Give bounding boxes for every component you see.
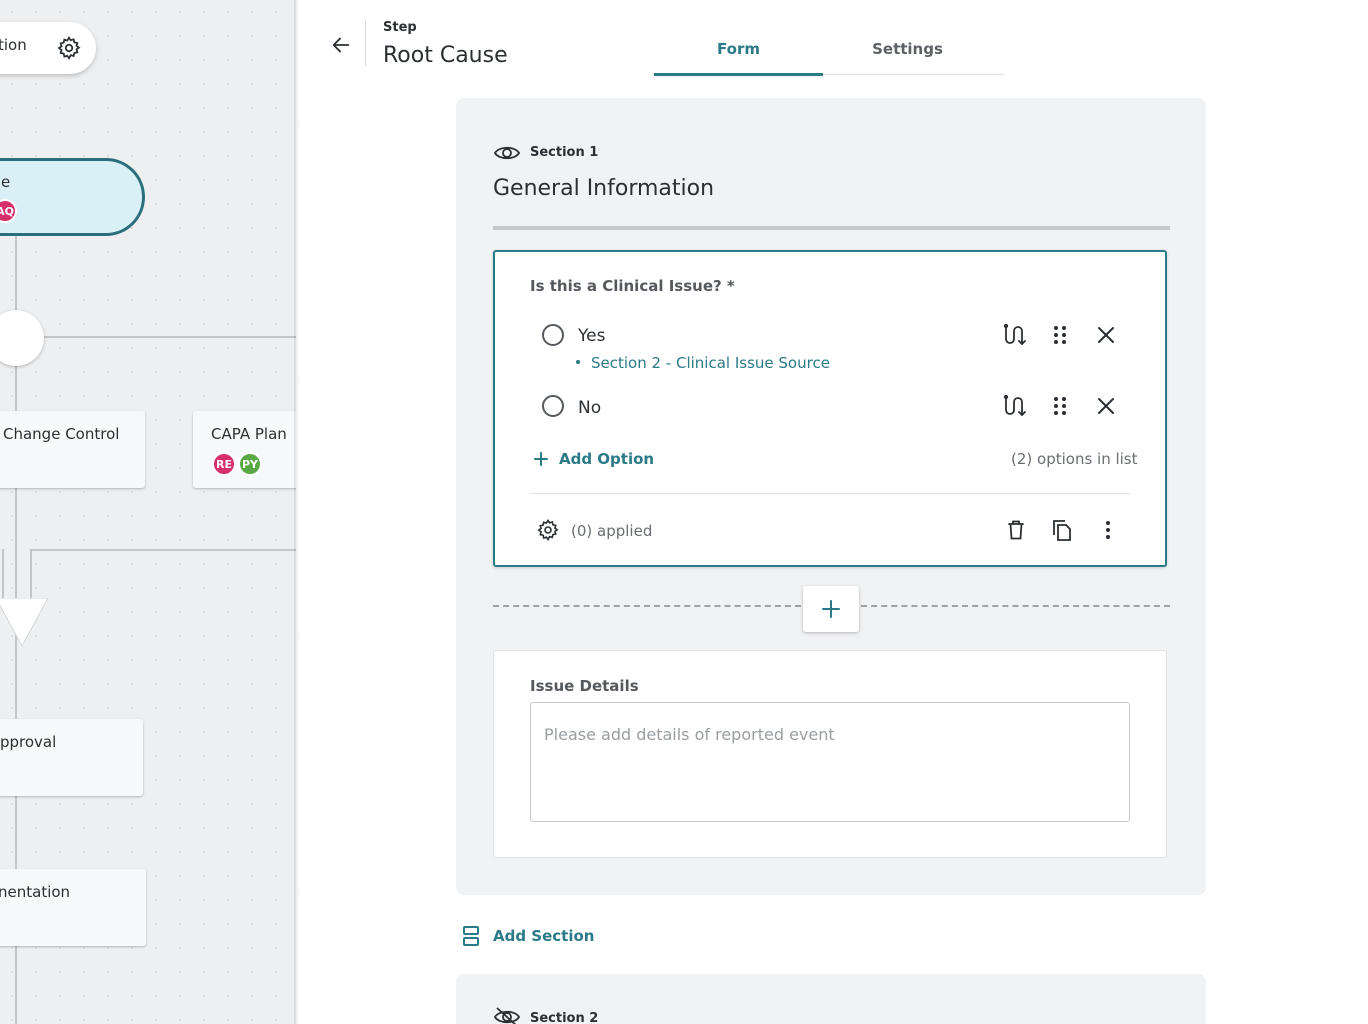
close-icon[interactable] — [1091, 320, 1121, 350]
close-icon[interactable] — [1091, 391, 1121, 421]
node-label: Change Control — [3, 425, 120, 443]
option-label: No — [578, 398, 602, 418]
section-caption: Section 1 — [530, 145, 599, 160]
node-label: pproval — [0, 733, 57, 751]
node-label: CAPA Plan — [211, 425, 287, 443]
arrow-left-icon — [332, 37, 350, 53]
avatar: PY — [238, 452, 262, 476]
drag-handle-icon[interactable] — [1045, 320, 1075, 350]
tab-settings[interactable]: Settings — [823, 38, 992, 76]
field-label: Issue Details — [530, 677, 639, 695]
question-label: Is this a Clinical Issue? * — [530, 277, 735, 295]
add-option-label: Add Option — [559, 450, 655, 468]
radio-no[interactable] — [542, 395, 564, 417]
step-node-change-control[interactable]: Change Control — [0, 411, 145, 488]
branch-link[interactable]: Section 2 - Clinical Issue Source — [591, 354, 830, 372]
section-caption: Section 2 — [530, 1011, 599, 1024]
add-section-label: Add Section — [493, 927, 595, 945]
branching-icon[interactable] — [999, 320, 1029, 350]
eye-off-icon[interactable] — [493, 1006, 521, 1024]
options-count: (2) options in list — [1011, 450, 1138, 468]
selected-node-label: e — [1, 173, 11, 191]
header-divider — [365, 20, 366, 66]
plus-icon — [534, 452, 548, 466]
tab-form[interactable]: Form — [654, 38, 823, 76]
trash-icon[interactable] — [1001, 515, 1031, 545]
connector-line — [44, 336, 296, 338]
connector-line — [2, 549, 4, 599]
branching-icon[interactable] — [999, 391, 1029, 421]
add-field-button[interactable] — [803, 586, 859, 632]
section-title: General Information — [493, 176, 715, 201]
card-divider — [530, 493, 1130, 494]
decision-node[interactable] — [0, 597, 50, 652]
step-caption: Step — [383, 20, 417, 35]
join-node[interactable] — [0, 310, 44, 366]
avatar: RE — [212, 452, 236, 476]
trigger-node-label: tion — [0, 36, 27, 54]
section-divider — [493, 226, 1170, 230]
step-node-capa-plan[interactable]: CAPA Plan RE PY — [193, 411, 296, 488]
avatar: AQ — [0, 199, 17, 223]
issue-details-textarea[interactable] — [530, 702, 1130, 822]
add-option-button[interactable]: Add Option — [533, 446, 654, 472]
drag-handle-icon[interactable] — [1045, 391, 1075, 421]
insert-divider — [493, 605, 801, 607]
connector-line — [30, 549, 296, 551]
trigger-node[interactable]: tion — [0, 22, 96, 74]
back-button[interactable] — [326, 30, 356, 60]
node-label: nentation — [0, 883, 71, 901]
rules-applied-count: (0) applied — [571, 522, 653, 540]
selected-step-node[interactable]: e AQ — [0, 158, 145, 236]
insert-divider — [861, 605, 1170, 607]
workflow-canvas[interactable]: tion e AQ Change Control CAPA Plan RE PY… — [0, 0, 296, 1024]
add-section-icon — [463, 926, 479, 946]
connector-line — [30, 549, 32, 599]
eye-icon[interactable] — [493, 142, 521, 168]
bullet-dot — [576, 360, 580, 364]
panel-divider-shadow — [294, 0, 300, 1024]
step-node-implementation[interactable]: nentation — [0, 869, 146, 946]
gear-icon[interactable] — [56, 35, 82, 65]
gear-icon[interactable] — [533, 515, 563, 545]
add-section-button[interactable]: Add Section — [462, 922, 594, 950]
step-node-approval[interactable]: pproval — [0, 719, 143, 796]
more-vertical-icon[interactable] — [1093, 515, 1123, 545]
page-title: Root Cause — [383, 43, 508, 68]
option-label: Yes — [578, 326, 606, 346]
plus-icon — [822, 600, 840, 618]
duplicate-icon[interactable] — [1047, 515, 1077, 545]
radio-yes[interactable] — [542, 324, 564, 346]
